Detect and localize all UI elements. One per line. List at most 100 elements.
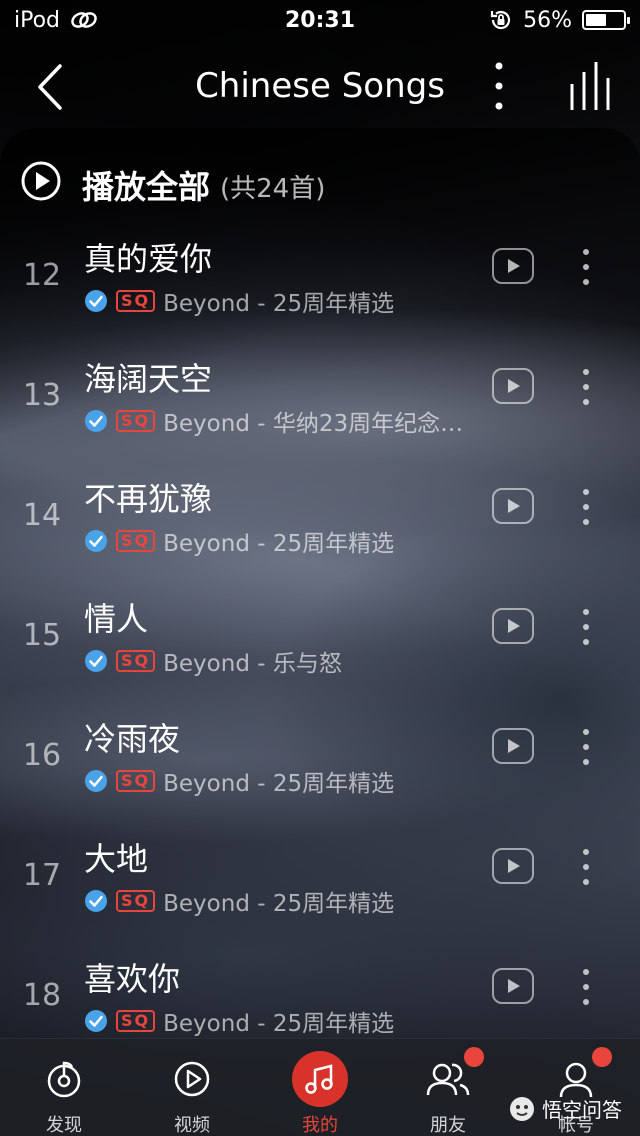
wukong-logo-icon — [510, 1096, 534, 1121]
play-icon — [508, 979, 520, 993]
song-title: 喜欢你 — [84, 960, 181, 998]
song-title: 大地 — [84, 840, 149, 878]
link-icon — [71, 12, 97, 28]
watermark: 悟空问答 — [508, 1094, 622, 1123]
artist-album: Beyond - 25周年精选 — [163, 291, 395, 316]
song-more-icon[interactable] — [572, 726, 600, 768]
play-all-row[interactable]: 播放全部 (共24首) — [0, 148, 640, 212]
artist-album: Beyond - 乐与怒 — [163, 651, 342, 676]
now-playing-bars-icon[interactable] — [566, 60, 616, 112]
tab-label: 我的 — [302, 1115, 338, 1136]
song-index: 13 — [22, 378, 62, 413]
song-meta: SQ Beyond - 华纳23周年纪念… — [84, 406, 463, 436]
song-more-icon[interactable] — [572, 606, 600, 648]
tab-label: 朋友 — [430, 1115, 466, 1136]
song-index: 17 — [22, 858, 62, 893]
song-row[interactable]: 12 真的爱你 SQ Beyond - 25周年精选 — [0, 228, 640, 348]
song-more-icon[interactable] — [572, 366, 600, 408]
play-all-label[interactable]: 播放全部 — [82, 162, 210, 208]
mv-play-button[interactable] — [492, 368, 534, 404]
song-index: 16 — [22, 738, 62, 773]
orientation-lock-icon — [490, 10, 511, 30]
song-more-icon[interactable] — [572, 966, 600, 1008]
verified-check-icon — [85, 890, 107, 912]
tab-label: 发现 — [46, 1115, 82, 1136]
song-title: 海阔天空 — [84, 360, 213, 398]
song-row[interactable]: 15 情人 SQ Beyond - 乐与怒 — [0, 588, 640, 708]
tab-discover[interactable]: 发现 — [0, 1039, 128, 1136]
verified-check-icon — [85, 650, 107, 672]
song-index: 14 — [22, 498, 62, 533]
song-meta: SQ Beyond - 25周年精选 — [84, 766, 394, 796]
sq-quality-badge: SQ — [116, 770, 156, 792]
play-icon — [508, 859, 520, 873]
notification-dot — [592, 1047, 612, 1067]
song-more-icon[interactable] — [572, 486, 600, 528]
song-row[interactable]: 17 大地 SQ Beyond - 25周年精选 — [0, 828, 640, 948]
play-icon — [508, 379, 520, 393]
artist-album: Beyond - 25周年精选 — [163, 531, 395, 556]
sq-quality-badge: SQ — [116, 890, 156, 912]
play-icon — [508, 739, 520, 753]
video-icon — [164, 1051, 220, 1107]
artist-album: Beyond - 25周年精选 — [163, 891, 395, 916]
verified-check-icon — [85, 530, 107, 552]
song-meta: SQ Beyond - 25周年精选 — [84, 286, 394, 316]
tab-mine[interactable]: 我的 — [256, 1039, 384, 1136]
song-meta: SQ Beyond - 乐与怒 — [84, 646, 342, 676]
more-options-icon[interactable] — [484, 58, 514, 114]
mv-play-button[interactable] — [492, 848, 534, 884]
play-icon — [508, 499, 520, 513]
song-row[interactable]: 16 冷雨夜 SQ Beyond - 25周年精选 — [0, 708, 640, 828]
discover-icon — [36, 1051, 92, 1107]
sq-quality-badge: SQ — [116, 650, 156, 672]
mv-play-button[interactable] — [492, 488, 534, 524]
song-row[interactable]: 18 喜欢你 SQ Beyond - 25周年精选 — [0, 948, 640, 1038]
song-title: 情人 — [84, 600, 149, 638]
sq-quality-badge: SQ — [116, 530, 156, 552]
mv-play-button[interactable] — [492, 248, 534, 284]
song-row[interactable]: 13 海阔天空 SQ Beyond - 华纳23周年纪念… — [0, 348, 640, 468]
sq-quality-badge: SQ — [116, 1010, 156, 1032]
artist-album: Beyond - 25周年精选 — [163, 771, 395, 796]
mv-play-button[interactable] — [492, 608, 534, 644]
battery-percent: 56% — [523, 7, 572, 33]
mv-play-button[interactable] — [492, 728, 534, 764]
song-title: 冷雨夜 — [84, 720, 181, 758]
song-list-panel: 播放全部 (共24首) 12 真的爱你 SQ Beyond - 25周年精选 1… — [0, 128, 640, 1038]
battery-icon — [582, 10, 630, 30]
status-left: iPod — [14, 8, 98, 33]
song-meta: SQ Beyond - 25周年精选 — [84, 1006, 394, 1036]
song-row[interactable]: 14 不再犹豫 SQ Beyond - 25周年精选 — [0, 468, 640, 588]
tab-label: 视频 — [174, 1115, 210, 1136]
tab-friends[interactable]: 朋友 — [384, 1039, 512, 1136]
song-index: 12 — [22, 258, 62, 293]
song-index: 18 — [22, 978, 62, 1013]
status-right: 56% — [489, 7, 630, 33]
play-icon — [508, 259, 520, 273]
music-note-icon — [292, 1051, 348, 1107]
battery-fill — [586, 14, 607, 26]
verified-check-icon — [85, 410, 107, 432]
play-circle-icon[interactable] — [20, 160, 62, 202]
page-title: Chinese Songs — [195, 66, 445, 106]
song-more-icon[interactable] — [572, 846, 600, 888]
song-title: 真的爱你 — [84, 240, 213, 278]
watermark-text: 悟空问答 — [542, 1098, 622, 1122]
mv-play-button[interactable] — [492, 968, 534, 1004]
verified-check-icon — [85, 290, 107, 312]
song-meta: SQ Beyond - 25周年精选 — [84, 526, 394, 556]
verified-check-icon — [85, 770, 107, 792]
tab-video[interactable]: 视频 — [128, 1039, 256, 1136]
song-more-icon[interactable] — [572, 246, 600, 288]
status-bar: iPod 20:31 56% — [0, 0, 640, 40]
artist-album: Beyond - 25周年精选 — [163, 1011, 395, 1036]
sq-quality-badge: SQ — [116, 290, 156, 312]
song-meta: SQ Beyond - 25周年精选 — [84, 886, 394, 916]
song-title: 不再犹豫 — [84, 480, 213, 518]
artist-album: Beyond - 华纳23周年纪念… — [163, 411, 464, 436]
verified-check-icon — [85, 1010, 107, 1032]
song-index: 15 — [22, 618, 62, 653]
notification-dot — [464, 1047, 484, 1067]
play-icon — [508, 619, 520, 633]
